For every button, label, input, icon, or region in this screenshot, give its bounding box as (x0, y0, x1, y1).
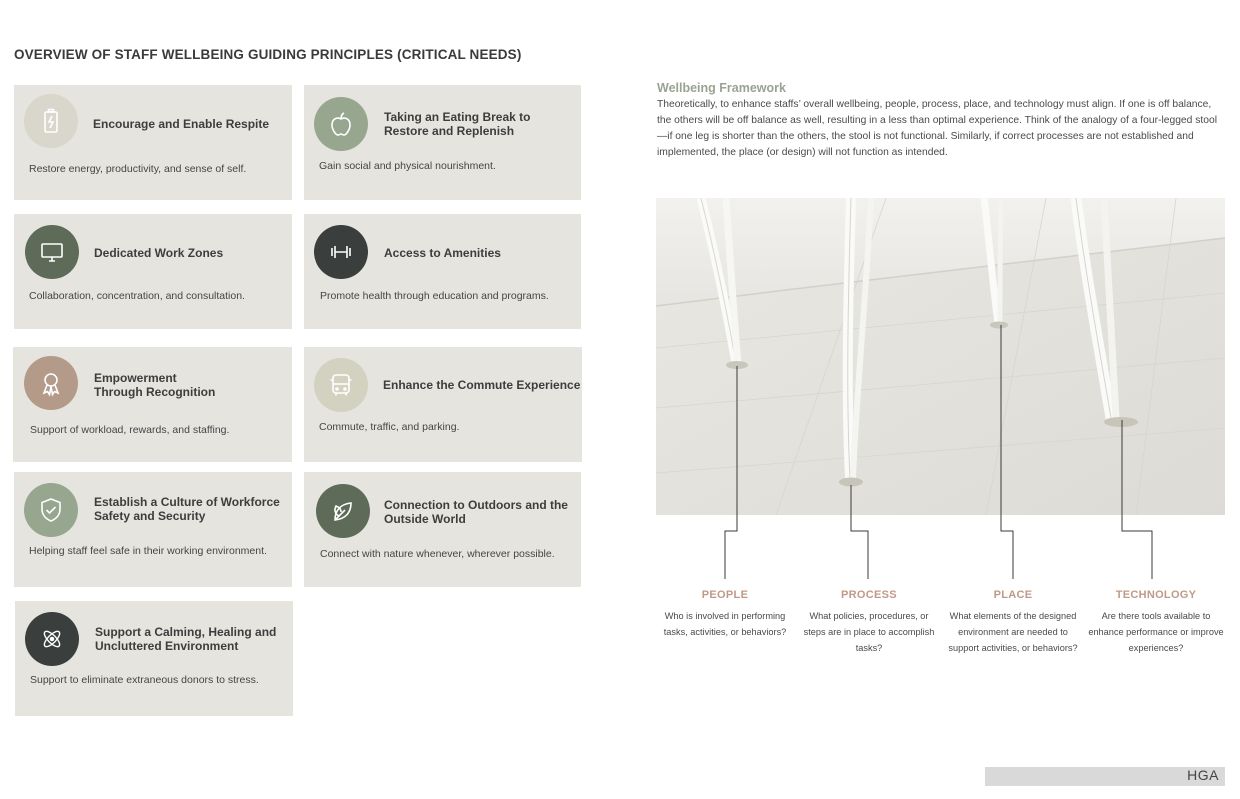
leg-question: Who is involved in performing tasks, act… (663, 611, 787, 637)
leg-label-technology: TECHNOLOGY Are there tools available to … (1086, 589, 1226, 656)
leg-label-people: PEOPLE Who is involved in performing tas… (655, 589, 795, 640)
leg-heading: TECHNOLOGY (1115, 589, 1197, 601)
leg-label-place: PLACE What elements of the designed envi… (943, 589, 1083, 656)
leg-label-process: PROCESS What policies, procedures, or st… (799, 589, 939, 656)
footer-bar: HGA (985, 767, 1225, 786)
leg-question: What policies, procedures, or steps are … (803, 611, 935, 653)
leg-heading: PLACE (993, 589, 1033, 601)
leg-heading: PROCESS (841, 589, 897, 601)
leg-heading: PEOPLE (701, 589, 749, 601)
leg-question: What elements of the designed environmen… (948, 611, 1078, 653)
leg-question: Are there tools available to enhance per… (1088, 611, 1224, 653)
hga-logo: HGA (1187, 767, 1219, 783)
callout-lines (724, 325, 1153, 579)
